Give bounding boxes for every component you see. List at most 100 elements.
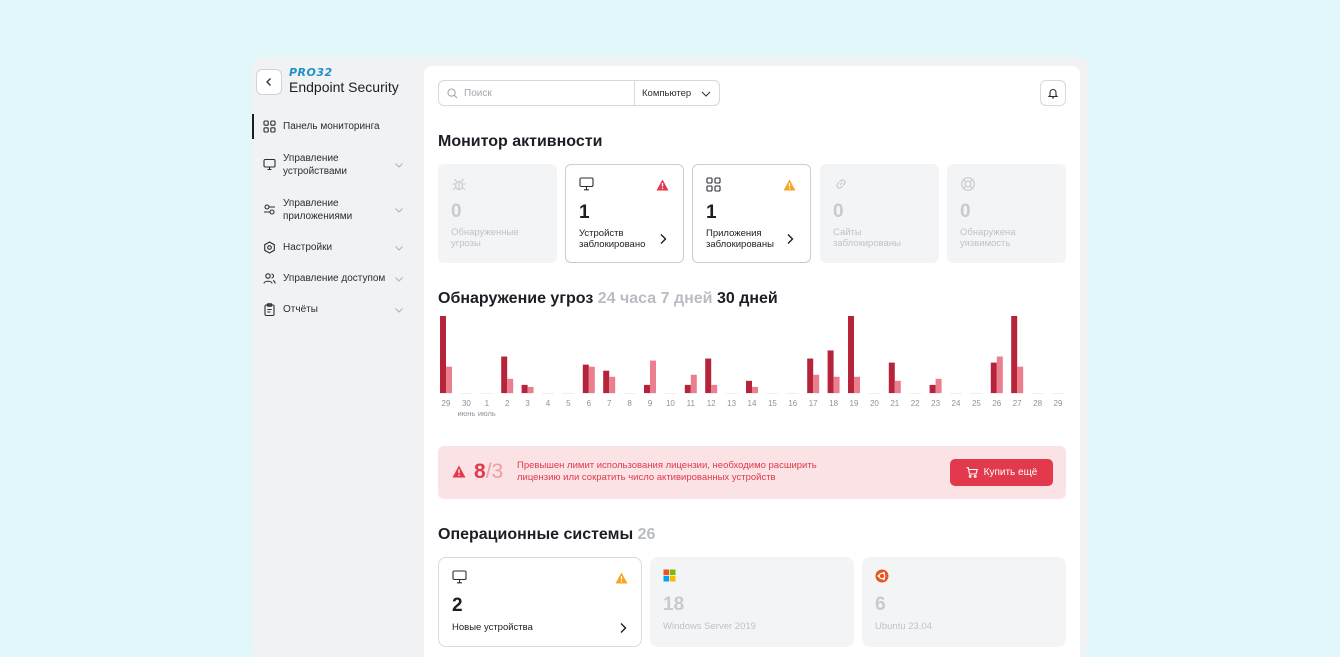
card-label: Сайты заблокированы — [833, 227, 901, 249]
chart-x-tick: 22 — [911, 399, 920, 408]
chart-x-tick: 15 — [768, 399, 777, 408]
license-message: Превышен лимит использования лицензии, н… — [517, 460, 817, 483]
chart-bar[interactable] — [935, 378, 942, 393]
chart-bar[interactable] — [684, 384, 691, 393]
chart-x-tick: 28 — [1033, 399, 1042, 408]
chart-x-tick: 29 — [442, 399, 451, 408]
chart-x-tick: 17 — [809, 399, 818, 408]
card-sites-blocked[interactable]: 0 Сайты заблокированы — [820, 164, 939, 263]
card-value: 1 — [706, 202, 717, 223]
chart-bar[interactable] — [527, 386, 534, 393]
chart-x-tick: 7 — [607, 399, 612, 408]
card-apps-blocked[interactable]: 1 Приложения заблокированы — [692, 164, 811, 263]
card-value: 0 — [451, 201, 462, 222]
card-label: Обнаружена уязвимость — [960, 227, 1016, 249]
chart-bar[interactable] — [752, 386, 758, 393]
logo-mark: PRO32 — [289, 66, 333, 79]
chart-bar[interactable] — [807, 358, 814, 393]
sliders-icon — [262, 203, 276, 217]
warning-icon — [452, 465, 466, 478]
card-value: 1 — [579, 202, 590, 223]
logo: PRO32 Endpoint Security — [289, 67, 399, 96]
sidebar-item-label: Управление устройствами — [283, 152, 347, 177]
chart-bar[interactable] — [888, 362, 895, 393]
chart-bar[interactable] — [1011, 316, 1018, 393]
chart-bar[interactable] — [588, 366, 595, 393]
chart-bar[interactable] — [990, 362, 997, 393]
chart-bar[interactable] — [507, 378, 514, 393]
chart-x-tick: 19 — [850, 399, 859, 408]
card-vulnerability[interactable]: 0 Обнаружена уязвимость — [947, 164, 1066, 263]
warning-icon — [615, 572, 628, 584]
chart-x-tick: 13 — [727, 399, 736, 408]
chart-x-tick: 11 — [687, 399, 696, 408]
chart-bar[interactable] — [746, 380, 752, 393]
chart-bar[interactable] — [603, 370, 610, 393]
monitor-icon — [262, 158, 276, 172]
activity-title: Монитор активности — [438, 133, 603, 150]
chevron-left-icon — [266, 78, 271, 86]
card-value: 0 — [833, 201, 844, 222]
chart-bar[interactable] — [854, 376, 860, 393]
os-count: 26 — [637, 526, 656, 543]
grid-icon — [262, 120, 276, 134]
chevron-down-icon — [395, 162, 403, 168]
chart-bar[interactable] — [690, 374, 697, 393]
sidebar: PRO32 Endpoint Security Панель мониторин… — [252, 57, 424, 657]
chart-bar[interactable] — [894, 380, 901, 393]
sidebar-item-devices[interactable]: Управление устройствами — [252, 142, 424, 187]
card-threats[interactable]: 0 Обнаруженные угрозы — [438, 164, 557, 263]
chart-bar[interactable] — [705, 358, 712, 393]
apps-icon — [706, 177, 721, 192]
chart-x-tick: 12 — [707, 399, 716, 408]
chart-bar[interactable] — [609, 376, 616, 393]
sidebar-item-apps[interactable]: Управление приложениями — [252, 187, 424, 232]
chevron-down-icon — [395, 245, 403, 251]
chart-bar[interactable] — [644, 384, 650, 393]
search-scope-select[interactable]: Компьютер — [635, 81, 719, 105]
chart-bar[interactable] — [521, 384, 528, 393]
chart-bar[interactable] — [813, 374, 820, 393]
os-title: Операционные системы — [438, 526, 634, 543]
sidebar-item-access[interactable]: Управление доступом — [252, 263, 424, 294]
os-card-new-devices[interactable]: 2 Новые устройства — [438, 557, 642, 647]
back-button[interactable] — [256, 69, 282, 95]
chart-bar[interactable] — [929, 384, 936, 393]
card-devices-blocked[interactable]: 1 Устройств заблокировано — [565, 164, 684, 263]
chart-bar[interactable] — [833, 376, 840, 393]
chart-bar[interactable] — [650, 360, 656, 393]
sidebar-item-label: Настройки — [283, 242, 333, 253]
chart-bar[interactable] — [996, 356, 1003, 393]
chart-bar[interactable] — [711, 384, 718, 393]
chart-bar[interactable] — [582, 364, 589, 393]
chart-x-tick: 25 — [972, 399, 981, 408]
os-card-ubuntu[interactable]: 6 Ubuntu 23.04 — [862, 557, 1066, 647]
sidebar-item-reports[interactable]: Отчёты — [252, 294, 424, 325]
chart-bar[interactable] — [440, 316, 446, 393]
chart-x-tick: 4 — [546, 399, 551, 408]
notifications-button[interactable] — [1040, 80, 1066, 106]
warning-icon — [656, 179, 669, 191]
monitor-icon — [452, 570, 467, 584]
tab-30d[interactable]: 30 дней — [717, 290, 778, 307]
sidebar-item-label: Управление приложениями — [283, 197, 353, 222]
sidebar-item-dashboard[interactable]: Панель мониторинга — [252, 111, 424, 142]
ubuntu-icon — [875, 569, 889, 583]
chevron-right-icon — [787, 234, 794, 244]
tab-24h[interactable]: 24 часа — [598, 290, 656, 307]
sidebar-item-label: Панель мониторинга — [283, 121, 380, 132]
clipboard-icon — [262, 303, 276, 317]
os-card-windows[interactable]: 18 Windows Server 2019 — [650, 557, 854, 647]
chart-bar[interactable] — [848, 316, 854, 393]
chart-bar[interactable] — [446, 366, 452, 393]
chart-bar[interactable] — [827, 350, 834, 393]
sidebar-item-settings[interactable]: Настройки — [252, 232, 424, 263]
chevron-right-icon — [620, 623, 627, 633]
buy-more-button[interactable]: Купить ещё — [950, 459, 1053, 486]
search-icon — [447, 87, 458, 98]
tab-7d[interactable]: 7 дней — [661, 290, 713, 307]
search-input[interactable]: Поиск — [439, 81, 635, 105]
chart-bar[interactable] — [501, 356, 508, 393]
chevron-right-icon — [660, 234, 667, 244]
chart-bar[interactable] — [1017, 366, 1024, 393]
